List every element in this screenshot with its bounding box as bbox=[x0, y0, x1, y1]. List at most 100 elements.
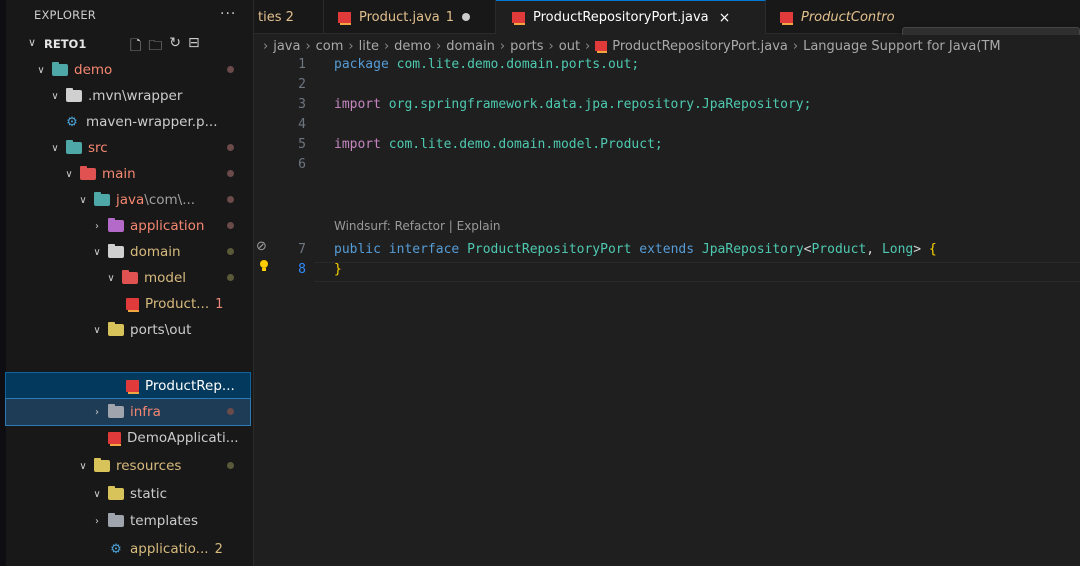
workspace-root[interactable]: ∨ RETO1 🗋 🗀 ↻ ⊟ bbox=[0, 31, 253, 59]
tree-item-main[interactable]: ∨ main bbox=[6, 161, 250, 187]
chevron-down-icon[interactable]: ∨ bbox=[90, 325, 104, 336]
java-file-icon bbox=[595, 41, 608, 53]
breadcrumb-separator: › bbox=[548, 38, 554, 54]
tree-item-maven-wrapper[interactable]: ⚙ maven-wrapper.p... bbox=[6, 109, 250, 135]
breadcrumb-item[interactable]: Language Support for Java(TM bbox=[803, 39, 1001, 54]
folder-icon bbox=[108, 404, 124, 418]
breadcrumb-item[interactable]: ProductRepositoryPort.java bbox=[612, 39, 788, 54]
breadcrumb-separator: › bbox=[383, 38, 390, 54]
breadcrumb-item[interactable]: out bbox=[559, 39, 580, 54]
java-file-icon bbox=[512, 12, 525, 25]
chevron-down-icon[interactable]: ∨ bbox=[90, 247, 104, 258]
tree-item-infra[interactable]: › infra bbox=[5, 398, 251, 426]
tree-item-ports[interactable]: ∨ ports \out bbox=[6, 317, 250, 343]
chevron-right-icon[interactable]: › bbox=[90, 221, 104, 232]
chevron-down-icon[interactable]: ∨ bbox=[104, 273, 118, 284]
chevron-down-icon[interactable]: ∨ bbox=[76, 461, 90, 472]
tab-product-repository-port[interactable]: ProductRepositoryPort.java × bbox=[496, 0, 766, 34]
tree-item-static[interactable]: ∨ static bbox=[6, 481, 250, 507]
tree-item-application[interactable]: › application bbox=[6, 213, 250, 239]
tree-item-label: static bbox=[130, 486, 168, 502]
folder-icon bbox=[66, 88, 82, 102]
tab-label: Product.java bbox=[359, 9, 440, 25]
tab-label: ProductContro bbox=[801, 9, 895, 25]
lightbulb-icon[interactable] bbox=[259, 260, 269, 272]
breadcrumb-item[interactable]: domain bbox=[446, 39, 495, 54]
implementation-marker-icon[interactable]: ⊘ bbox=[256, 239, 267, 254]
code-line-8: } bbox=[334, 262, 342, 277]
chevron-down-icon[interactable]: ∨ bbox=[34, 65, 48, 76]
tree-item-mvn[interactable]: ∨ .mvn \wrapper bbox=[6, 83, 250, 109]
tree-item-product-repository-port[interactable]: ProductRep... bbox=[5, 372, 251, 400]
explorer-header: EXPLORER ··· bbox=[0, 0, 253, 30]
chevron-right-icon[interactable]: › bbox=[90, 516, 104, 527]
line-number: 2 bbox=[298, 77, 306, 92]
tab-problem-count: 1 bbox=[445, 9, 455, 25]
unsaved-dot-icon bbox=[462, 13, 471, 21]
tree-item-label: applicatio... bbox=[130, 541, 209, 557]
tree-item-templates[interactable]: › templates bbox=[6, 508, 250, 534]
chevron-down-icon[interactable]: ∨ bbox=[76, 195, 90, 206]
gear-icon: ⚙ bbox=[66, 114, 78, 130]
tab-product-java[interactable]: Product.java 1 bbox=[324, 0, 496, 34]
ellipsis-icon[interactable]: ··· bbox=[220, 6, 236, 22]
tree-item-src[interactable]: ∨ src bbox=[6, 135, 250, 161]
refresh-icon[interactable]: ↻ bbox=[169, 35, 181, 59]
code-line-3: import org.springframework.data.jpa.repo… bbox=[334, 97, 812, 112]
breadcrumb-item[interactable]: lite bbox=[359, 39, 379, 54]
tree-item-label: java bbox=[116, 192, 145, 208]
chevron-down-icon[interactable]: ∨ bbox=[48, 91, 62, 102]
chevron-down-icon[interactable]: ∨ bbox=[48, 143, 62, 154]
tree-item-domain[interactable]: ∨ domain bbox=[6, 239, 250, 265]
line-number: 5 bbox=[298, 137, 306, 152]
collapse-all-icon[interactable]: ⊟ bbox=[188, 35, 200, 59]
codelens-actions[interactable]: Windsurf: Refactor | Explain bbox=[334, 219, 501, 233]
breadcrumb-separator: › bbox=[436, 38, 442, 54]
new-folder-icon[interactable]: 🗀 bbox=[148, 35, 162, 59]
breadcrumb-item[interactable]: java bbox=[273, 39, 300, 54]
problem-count-badge: 1 bbox=[215, 296, 224, 312]
folder-icon bbox=[80, 166, 96, 180]
code-line-5: import com.lite.demo.domain.model.Produc… bbox=[334, 137, 663, 152]
chevron-down-icon[interactable]: ∨ bbox=[28, 36, 36, 49]
code-line-7: public interface ProductRepositoryPort e… bbox=[334, 242, 937, 257]
tree-item-java[interactable]: ∨ java \com\... bbox=[6, 187, 250, 213]
line-number: 1 bbox=[298, 57, 306, 72]
tree-item-label-suffix: \wrapper bbox=[122, 88, 183, 104]
code-editor[interactable]: 1 2 3 4 5 6 7 8 ⊘ package com.lite.demo.… bbox=[254, 57, 1080, 566]
close-icon[interactable]: × bbox=[719, 10, 731, 26]
explorer-sidebar: EXPLORER ··· ∨ RETO1 🗋 🗀 ↻ ⊟ ∨ demo ∨ .m… bbox=[0, 0, 254, 566]
tree-item-application-properties[interactable]: ⚙ applicatio... 2 bbox=[6, 536, 250, 562]
breadcrumb-item[interactable]: ports bbox=[510, 39, 543, 54]
chevron-down-icon[interactable]: ∨ bbox=[62, 169, 76, 180]
tree-item-model[interactable]: ∨ model bbox=[6, 265, 250, 291]
tree-item-demo[interactable]: ∨ demo bbox=[6, 57, 250, 83]
tree-item-label: ports bbox=[130, 322, 165, 338]
tree-item-label: resources bbox=[116, 458, 182, 474]
code-line-1: package com.lite.demo.domain.ports.out; bbox=[334, 57, 640, 72]
java-file-icon bbox=[126, 298, 139, 312]
tree-item-label: main bbox=[102, 166, 136, 182]
tree-item-label: maven-wrapper.p... bbox=[86, 114, 218, 130]
tab-properties[interactable]: ties 2 bbox=[254, 0, 324, 34]
breadcrumb-item[interactable]: demo bbox=[394, 39, 431, 54]
tree-item-demo-application[interactable]: DemoApplicati... bbox=[6, 425, 250, 451]
tab-product-controller[interactable]: ProductContro bbox=[766, 0, 906, 34]
tree-item-label: Product... bbox=[145, 296, 210, 312]
new-file-icon[interactable]: 🗋 bbox=[130, 35, 141, 59]
folder-icon bbox=[108, 244, 124, 258]
chevron-down-icon[interactable]: ∨ bbox=[90, 489, 104, 500]
folder-icon bbox=[108, 513, 124, 527]
tree-item-label: templates bbox=[130, 513, 198, 529]
breadcrumb-item[interactable]: com bbox=[316, 39, 344, 54]
explorer-title: EXPLORER bbox=[34, 8, 96, 22]
git-status-dot bbox=[227, 66, 234, 73]
tree-item-product[interactable]: Product... 1 bbox=[6, 291, 250, 317]
tree-item-label-suffix: \com\... bbox=[144, 192, 196, 208]
tree-item-label: .mvn bbox=[88, 88, 122, 104]
chevron-right-icon[interactable]: › bbox=[90, 407, 104, 418]
breadcrumb-separator: › bbox=[792, 38, 799, 54]
git-status-dot bbox=[227, 248, 234, 255]
tree-item-resources[interactable]: ∨ resources bbox=[6, 453, 250, 479]
line-number: 6 bbox=[298, 157, 306, 172]
